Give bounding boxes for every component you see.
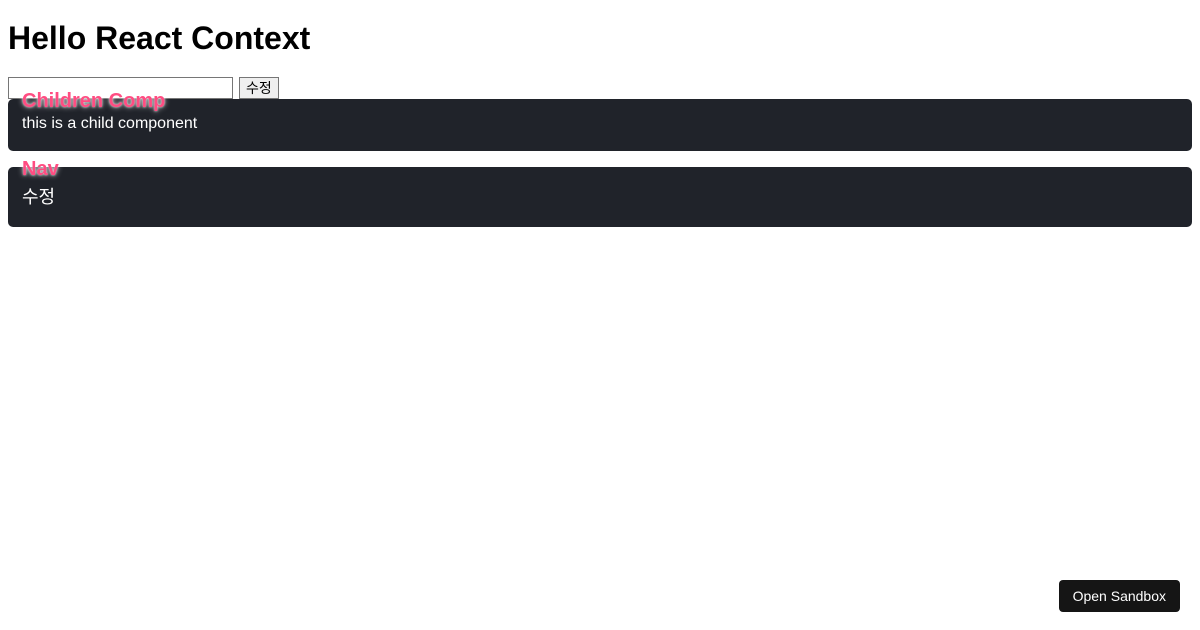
page-title: Hello React Context — [8, 20, 1192, 57]
input-row: 수정 — [8, 77, 1192, 99]
app-root: Hello React Context 수정 Children Comp thi… — [0, 0, 1200, 251]
children-card: Children Comp this is a child component — [8, 99, 1192, 151]
nav-card-text: 수정 — [22, 183, 1178, 209]
open-sandbox-button[interactable]: Open Sandbox — [1059, 580, 1180, 612]
submit-button[interactable]: 수정 — [239, 77, 279, 99]
children-card-text: this is a child component — [22, 115, 1178, 133]
nav-card: Nav 수정 — [8, 167, 1192, 227]
